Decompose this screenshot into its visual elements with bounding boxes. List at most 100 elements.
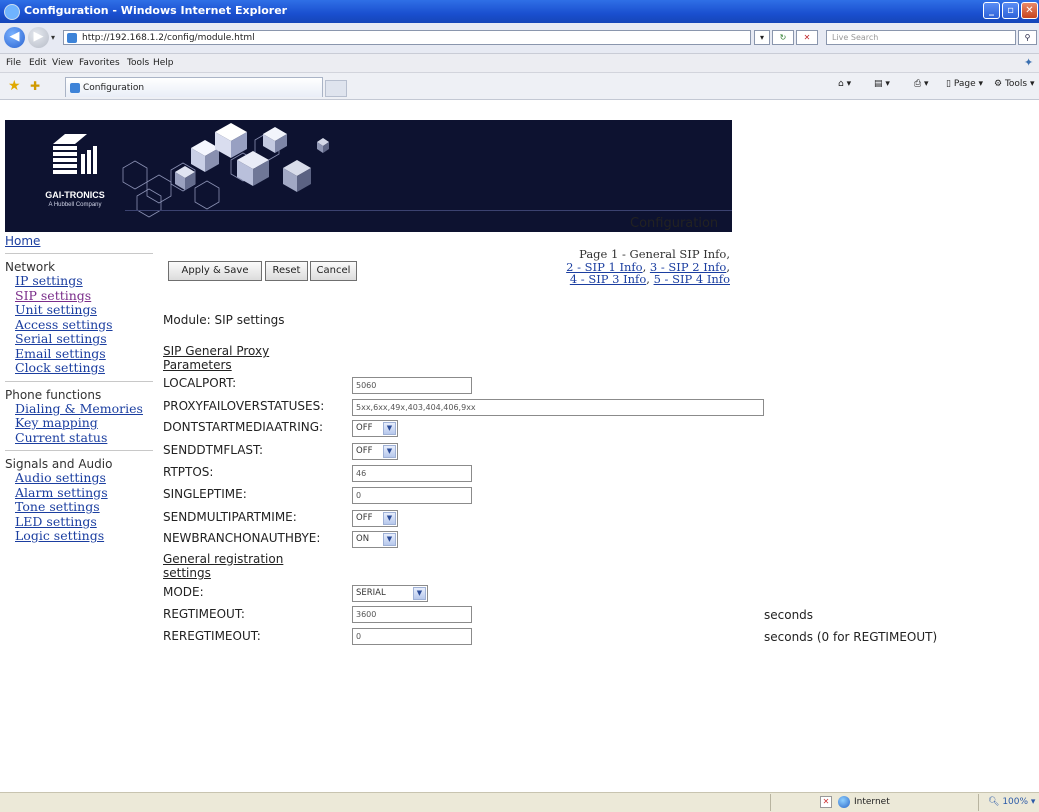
maximize-button[interactable]: ▫ (1002, 2, 1019, 19)
mode-value: SERIAL (356, 588, 386, 598)
menu-view[interactable]: View (52, 58, 73, 68)
sendmultipartmime-select[interactable]: OFF ▼ (352, 510, 398, 527)
nav-divider (5, 450, 153, 451)
refresh-icon[interactable]: ↻ (772, 30, 794, 45)
tab-label: Configuration (83, 83, 145, 93)
status-divider (978, 794, 979, 811)
nav-ip-settings[interactable]: IP settings (15, 273, 155, 289)
nav-email-settings[interactable]: Email settings (15, 346, 155, 362)
menu-edit[interactable]: Edit (29, 58, 46, 68)
nav-tone-settings[interactable]: Tone settings (15, 499, 155, 515)
menu-tools[interactable]: Tools (127, 58, 149, 68)
nav-led-settings[interactable]: LED settings (15, 514, 155, 530)
tools-menu[interactable]: ⚙ Tools ▾ (994, 79, 1035, 89)
zoom-control[interactable]: 🔍︎ 100% ▾ (988, 797, 1035, 807)
page-menu[interactable]: ▯ Page ▾ (946, 79, 983, 89)
nav-signals-items: Audio settings Alarm settings Tone setti… (5, 470, 155, 544)
mode-select[interactable]: SERIAL ▼ (352, 585, 428, 602)
nav-serial-settings[interactable]: Serial settings (15, 331, 155, 347)
header-banner: GAI-TRONICS A Hubbell Company (5, 120, 732, 232)
new-tab-button[interactable] (325, 80, 347, 97)
nav-group-network: Network (5, 260, 56, 274)
nav-key-mapping[interactable]: Key mapping (15, 415, 155, 431)
page-link-5[interactable]: 5 - SIP 4 Info (654, 272, 730, 286)
menu-favorites[interactable]: Favorites (79, 58, 120, 68)
chevron-down-icon: ▼ (383, 512, 396, 525)
reregtimeout-label: REREGTIMEOUT: (163, 629, 261, 643)
nav-logic-settings[interactable]: Logic settings (15, 528, 155, 544)
feeds-icon[interactable]: ▤ ▾ (874, 79, 890, 89)
proxyfailover-input[interactable]: 5xx,6xx,49x,403,404,406,9xx (352, 399, 764, 416)
menu-file[interactable]: File (6, 58, 21, 68)
nav-home-link[interactable]: Home (5, 234, 155, 248)
nav-dialing-memories[interactable]: Dialing & Memories (15, 401, 155, 417)
tab-bar: ★ ✚ Configuration ⌂ ▾ ▤ ▾ ⎙ ▾ ▯ Page ▾ ⚙… (0, 73, 1039, 100)
section-registration-heading: General registration settings (163, 552, 284, 580)
protected-mode-icon[interactable]: ✕ (820, 796, 832, 808)
banner-graphic (53, 123, 329, 218)
localport-input[interactable]: 5060 (352, 377, 472, 394)
zone-label: Internet (854, 797, 890, 807)
dontstartmedia-select[interactable]: OFF ▼ (352, 420, 398, 437)
chevron-down-icon: ▼ (413, 587, 426, 600)
reset-button[interactable]: Reset (265, 261, 308, 281)
senddtmflast-select[interactable]: OFF ▼ (352, 443, 398, 460)
sendmultipartmime-value: OFF (356, 513, 373, 523)
nav-audio-settings[interactable]: Audio settings (15, 470, 155, 486)
internet-zone-icon (838, 796, 850, 808)
chevron-down-icon: ▼ (383, 533, 396, 546)
chevron-down-icon: ▼ (383, 445, 396, 458)
search-icon[interactable]: ⚲ (1018, 30, 1037, 45)
section-proxy-heading: SIP General Proxy Parameters (163, 344, 270, 372)
singleptime-input[interactable]: 0 (352, 487, 472, 504)
stop-icon[interactable]: ✕ (796, 30, 818, 45)
status-bar: ✕ Internet 🔍︎ 100% ▾ (0, 792, 1039, 812)
reregtimeout-input[interactable]: 0 (352, 628, 472, 645)
regtimeout-input[interactable]: 3600 (352, 606, 472, 623)
proxyfailover-label: PROXYFAILOVERSTATUSES: (163, 399, 325, 413)
regtimeout-unit: seconds (764, 608, 814, 622)
nav-unit-settings[interactable]: Unit settings (15, 302, 155, 318)
window-title: Configuration - Windows Internet Explore… (24, 4, 288, 17)
nav-sip-settings[interactable]: SIP settings (15, 288, 155, 304)
reregtimeout-unit: seconds (0 for REGTIMEOUT) (764, 630, 938, 644)
apply-save-button[interactable]: Apply & Save (168, 261, 262, 281)
singleptime-label: SINGLEPTIME: (163, 487, 247, 501)
home-icon[interactable]: ⌂ ▾ (838, 79, 851, 89)
nav-phone-items: Dialing & Memories Key mapping Current s… (5, 401, 155, 446)
rtptos-input[interactable]: 46 (352, 465, 472, 482)
favorites-star-icon[interactable]: ★ (8, 78, 21, 94)
tab-favicon-icon (70, 83, 80, 93)
dontstartmedia-value: OFF (356, 423, 373, 433)
nav-group-signals: Signals and Audio (5, 457, 113, 471)
add-favorites-icon[interactable]: ✚ (30, 79, 40, 93)
translate-icon[interactable]: ✦ (1024, 56, 1033, 69)
forward-button[interactable]: ▶ (28, 27, 49, 48)
history-dropdown-icon[interactable]: ▾ (51, 33, 55, 42)
localport-label: LOCALPORT: (163, 376, 237, 390)
senddtmflast-value: OFF (356, 446, 373, 456)
page-link-4[interactable]: 4 - SIP 3 Info (570, 272, 646, 286)
close-button[interactable]: ✕ (1021, 2, 1038, 19)
cancel-button[interactable]: Cancel (310, 261, 357, 281)
url-dropdown-icon[interactable]: ▾ (754, 30, 770, 45)
status-divider (770, 794, 771, 811)
minimize-button[interactable]: _ (983, 2, 1000, 19)
logo-subtitle: A Hubbell Company (48, 202, 102, 208)
nav-clock-settings[interactable]: Clock settings (15, 360, 155, 376)
zoom-icon: 🔍︎ (988, 797, 1000, 807)
nav-access-settings[interactable]: Access settings (15, 317, 155, 333)
url-input[interactable]: http://192.168.1.2/config/module.html (63, 30, 751, 45)
tab-configuration[interactable]: Configuration (65, 77, 323, 97)
print-icon[interactable]: ⎙ ▾ (914, 79, 929, 89)
nav-alarm-settings[interactable]: Alarm settings (15, 485, 155, 501)
menu-help[interactable]: Help (153, 58, 174, 68)
nav-divider (5, 253, 153, 254)
back-button[interactable]: ◀ (4, 27, 25, 48)
gaitronics-logo-icon (53, 134, 97, 174)
newbranchonauthbye-select[interactable]: ON ▼ (352, 531, 398, 548)
search-input[interactable]: Live Search (826, 30, 1016, 45)
address-bar: ◀ ▶ ▾ http://192.168.1.2/config/module.h… (0, 23, 1039, 54)
sidebar-nav: Home Network IP settings SIP settings Un… (5, 234, 155, 544)
nav-current-status[interactable]: Current status (15, 430, 155, 446)
